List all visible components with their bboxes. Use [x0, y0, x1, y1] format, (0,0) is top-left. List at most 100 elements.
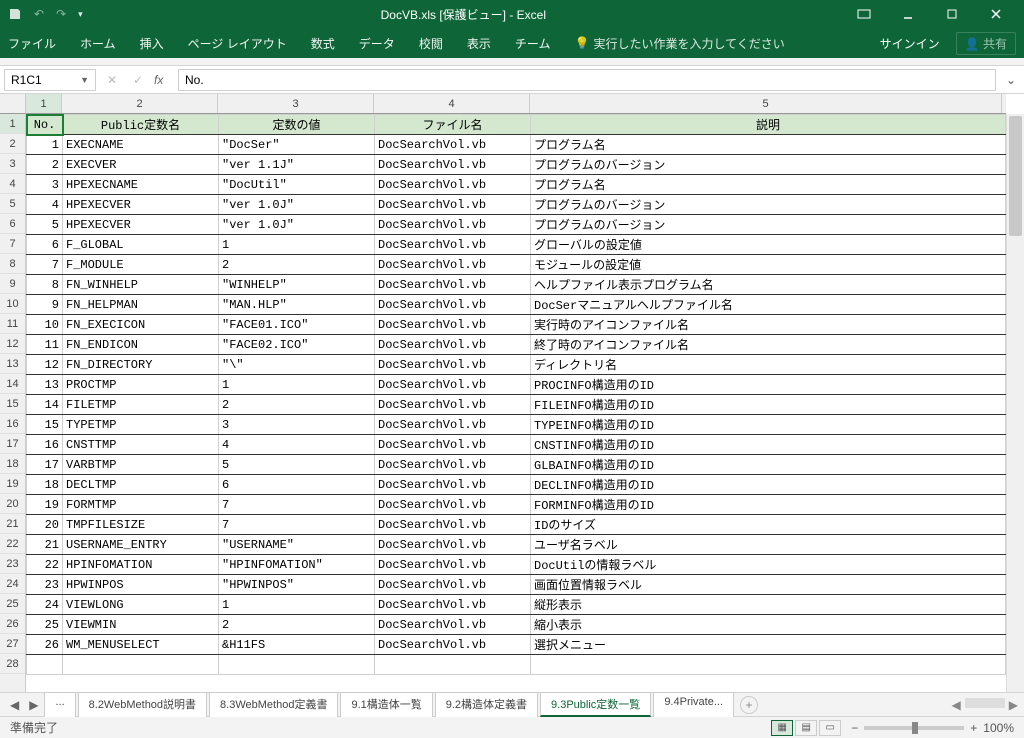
row-header[interactable]: 25 — [0, 594, 25, 614]
enter-formula-icon[interactable]: ✓ — [128, 73, 148, 87]
cell[interactable]: 1 — [27, 135, 63, 155]
cell[interactable]: "USERNAME" — [219, 535, 375, 555]
zoom-in-button[interactable]: + — [970, 721, 977, 735]
cell[interactable]: DECLTMP — [63, 475, 219, 495]
cell[interactable]: 2 — [27, 155, 63, 175]
sheet-tab[interactable]: 9.2構造体定義書 — [435, 692, 538, 717]
cell[interactable]: "DocSer" — [219, 135, 375, 155]
grid[interactable]: No.Public定数名定数の値ファイル名説明1EXECNAME"DocSer"… — [26, 114, 1006, 692]
row-header[interactable]: 9 — [0, 274, 25, 294]
cell[interactable] — [63, 655, 219, 675]
cell[interactable]: FN_ENDICON — [63, 335, 219, 355]
cell[interactable]: 縮小表示 — [531, 615, 1006, 635]
sheet-tab[interactable]: 8.2WebMethod説明書 — [78, 692, 207, 717]
cell[interactable]: 14 — [27, 395, 63, 415]
cell[interactable]: "ver 1.0J" — [219, 195, 375, 215]
cancel-formula-icon[interactable]: ✕ — [102, 73, 122, 87]
cell[interactable]: FORMINFO構造用のID — [531, 495, 1006, 515]
cell[interactable] — [531, 655, 1006, 675]
view-normal-icon[interactable]: ▦ — [771, 720, 793, 736]
cell[interactable]: "ver 1.1J" — [219, 155, 375, 175]
cell[interactable]: TMPFILESIZE — [63, 515, 219, 535]
cell[interactable]: DocSearchVol.vb — [375, 155, 531, 175]
undo-icon[interactable]: ↶ — [34, 7, 44, 21]
row-header[interactable]: 7 — [0, 234, 25, 254]
cell[interactable]: 2 — [219, 255, 375, 275]
cell[interactable]: 7 — [219, 495, 375, 515]
view-page-layout-icon[interactable]: ▤ — [795, 720, 817, 736]
cell[interactable]: 16 — [27, 435, 63, 455]
cell[interactable]: "DocUtil" — [219, 175, 375, 195]
cell[interactable]: HPEXECVER — [63, 195, 219, 215]
row-header[interactable]: 5 — [0, 194, 25, 214]
cell[interactable]: CNSTINFO構造用のID — [531, 435, 1006, 455]
cell[interactable]: 17 — [27, 455, 63, 475]
qat-dropdown-icon[interactable]: ▾ — [78, 9, 83, 20]
cell[interactable]: プログラム名 — [531, 175, 1006, 195]
cell[interactable]: DocSearchVol.vb — [375, 215, 531, 235]
col-header[interactable]: 1 — [26, 94, 62, 113]
cell[interactable]: ディレクトリ名 — [531, 355, 1006, 375]
header-cell[interactable]: 説明 — [531, 115, 1006, 135]
cell[interactable]: DECLINFO構造用のID — [531, 475, 1006, 495]
cell[interactable]: PROCINFO構造用のID — [531, 375, 1006, 395]
zoom-out-button[interactable]: − — [851, 721, 858, 735]
tab-data[interactable]: データ — [359, 35, 395, 52]
cell[interactable]: DocSearchVol.vb — [375, 615, 531, 635]
col-header[interactable]: 2 — [62, 94, 218, 113]
cell[interactable]: 11 — [27, 335, 63, 355]
hscroll-right-icon[interactable]: ▶ — [1009, 698, 1018, 712]
cell[interactable]: 4 — [27, 195, 63, 215]
cell[interactable]: DocSerマニュアルヘルプファイル名 — [531, 295, 1006, 315]
view-page-break-icon[interactable]: ▭ — [819, 720, 841, 736]
tab-team[interactable]: チーム — [515, 35, 551, 52]
row-header[interactable]: 8 — [0, 254, 25, 274]
row-header[interactable]: 24 — [0, 574, 25, 594]
row-header[interactable]: 13 — [0, 354, 25, 374]
tab-formulas[interactable]: 数式 — [311, 35, 335, 52]
cell[interactable]: 6 — [27, 235, 63, 255]
cell[interactable]: DocSearchVol.vb — [375, 495, 531, 515]
horizontal-scrollbar[interactable] — [965, 698, 1005, 708]
cell[interactable]: グローバルの設定値 — [531, 235, 1006, 255]
cell[interactable]: "ver 1.0J" — [219, 215, 375, 235]
row-header[interactable]: 11 — [0, 314, 25, 334]
cell[interactable]: F_MODULE — [63, 255, 219, 275]
cell[interactable]: 7 — [219, 515, 375, 535]
row-header[interactable]: 23 — [0, 554, 25, 574]
fx-icon[interactable]: fx — [154, 73, 172, 87]
cell[interactable]: 10 — [27, 315, 63, 335]
cell[interactable]: 3 — [27, 175, 63, 195]
cell[interactable]: 20 — [27, 515, 63, 535]
cell[interactable]: 24 — [27, 595, 63, 615]
cell[interactable]: 選択メニュー — [531, 635, 1006, 655]
cell[interactable]: 22 — [27, 555, 63, 575]
sheet-tab[interactable]: 9.1構造体一覧 — [340, 692, 432, 717]
cell[interactable]: "HPWINPOS" — [219, 575, 375, 595]
row-header[interactable]: 26 — [0, 614, 25, 634]
chevron-down-icon[interactable]: ▼ — [80, 75, 89, 85]
cell[interactable]: 7 — [27, 255, 63, 275]
cell[interactable]: FILEINFO構造用のID — [531, 395, 1006, 415]
cell[interactable]: IDのサイズ — [531, 515, 1006, 535]
row-header[interactable]: 18 — [0, 454, 25, 474]
tab-file[interactable]: ファイル — [8, 35, 56, 52]
cell[interactable]: 15 — [27, 415, 63, 435]
row-header[interactable]: 22 — [0, 534, 25, 554]
cell[interactable]: モジュールの設定値 — [531, 255, 1006, 275]
cell[interactable]: DocSearchVol.vb — [375, 275, 531, 295]
cell[interactable]: "FACE02.ICO" — [219, 335, 375, 355]
cell[interactable]: 26 — [27, 635, 63, 655]
row-header[interactable]: 3 — [0, 154, 25, 174]
cell[interactable]: VARBTMP — [63, 455, 219, 475]
cell[interactable]: F_GLOBAL — [63, 235, 219, 255]
cell[interactable]: DocSearchVol.vb — [375, 395, 531, 415]
cell[interactable]: 4 — [219, 435, 375, 455]
cell[interactable]: 1 — [219, 595, 375, 615]
sheet-tab[interactable]: 8.3WebMethod定義書 — [209, 692, 338, 717]
row-header[interactable]: 27 — [0, 634, 25, 654]
cell[interactable]: DocSearchVol.vb — [375, 575, 531, 595]
cell[interactable]: 8 — [27, 275, 63, 295]
cell[interactable]: プログラムのバージョン — [531, 195, 1006, 215]
cell[interactable]: 2 — [219, 615, 375, 635]
